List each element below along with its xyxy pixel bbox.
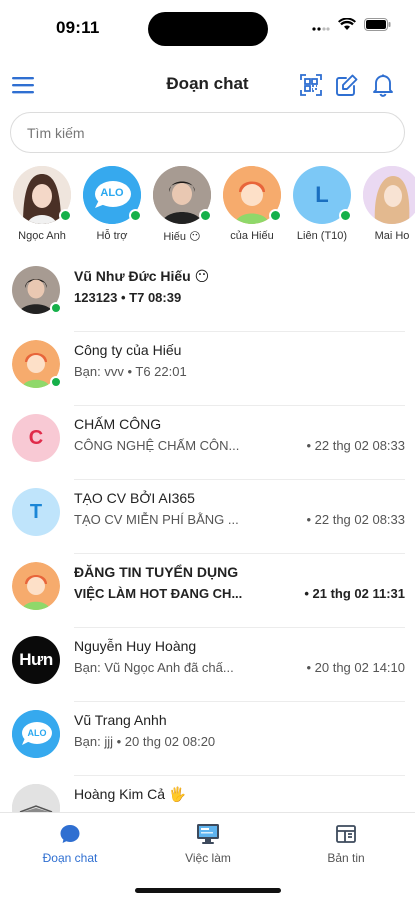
chat-preview: CÔNG NGHỆ CHẤM CÔN...: [74, 438, 240, 453]
online-indicator: [199, 209, 212, 222]
tab-label: Bản tin: [327, 851, 365, 865]
online-indicator: [50, 376, 62, 388]
chat-item[interactable]: ALO Vũ Trang Anhh Bạn: jjj • 20 thg 02 0…: [0, 702, 415, 776]
avatar: [153, 166, 212, 224]
monitor-icon: [148, 821, 268, 847]
chat-item[interactable]: T TẠO CV BỞI AI365 TẠO CV MIỄN PHÍ BẰNG …: [0, 480, 415, 554]
home-indicator: [135, 888, 281, 893]
status-time: 09:11: [56, 18, 100, 37]
avatar: T: [12, 488, 60, 536]
chat-preview: 123123 • T7 08:39: [74, 290, 182, 305]
online-indicator: [269, 209, 282, 222]
chat-item[interactable]: ĐĂNG TIN TUYỂN DỤNG VIỆC LÀM HOT ĐANG CH…: [0, 554, 415, 628]
app-header: Đoạn chat: [0, 66, 415, 106]
chat-time: • 20 thg 02 14:10: [306, 660, 405, 675]
chat-name: Công ty của Hiếu: [74, 342, 182, 358]
compose-icon[interactable]: [334, 72, 360, 98]
status-icons: [312, 18, 391, 31]
avatar: ALO: [12, 710, 60, 758]
avatar-logo-text: Hưn: [19, 650, 53, 669]
story-item[interactable]: của Hiếu: [216, 166, 288, 242]
online-indicator: [129, 209, 142, 222]
chat-item[interactable]: Vũ Như Đức Hiếu 😶 123123 • T7 08:39: [0, 258, 415, 332]
bell-icon[interactable]: [370, 72, 396, 98]
online-indicator: [50, 302, 62, 314]
chat-time: • 22 thg 02 08:33: [306, 438, 405, 453]
chat-time: • 22 thg 02 08:33: [306, 512, 405, 527]
online-indicator: [59, 209, 72, 222]
story-item[interactable]: Hiếu 😶: [146, 166, 218, 243]
story-name: Liên (T10): [296, 230, 348, 242]
online-indicator: [339, 209, 352, 222]
chat-item[interactable]: Hưn Nguyễn Huy Hoàng Bạn: Vũ Ngọc Anh đã…: [0, 628, 415, 702]
chat-name: CHẤM CÔNG: [74, 416, 162, 432]
chat-item[interactable]: Công ty của Hiếu Bạn: vvv • T6 22:01: [0, 332, 415, 406]
stories-row: Ngọc Anh ALO Hỗ trợ Hiếu 😶 của Hiếu L Li…: [0, 166, 415, 248]
signal-icon: [312, 19, 330, 31]
dynamic-island: [148, 12, 268, 46]
avatar: C: [12, 414, 60, 462]
chat-preview: VIỆC LÀM HOT ĐANG CH...: [74, 586, 243, 601]
story-name: Mai Ho: [374, 230, 410, 242]
avatar: [13, 166, 72, 224]
chat-bubble-icon: [10, 821, 130, 847]
avatar: [12, 266, 62, 314]
chat-item[interactable]: Hoàng Kim Cả 🖐: [0, 776, 415, 812]
tab-jobs[interactable]: Việc làm: [148, 821, 268, 865]
wifi-icon: [338, 18, 356, 31]
story-name: Hỗ trợ: [96, 230, 128, 242]
chat-item[interactable]: C CHẤM CÔNG CÔNG NGHỆ CHẤM CÔN... • 22 t…: [0, 406, 415, 480]
battery-icon: [364, 18, 391, 31]
alo-logo-text: ALO: [27, 728, 47, 738]
chat-name: Hoàng Kim Cả 🖐: [74, 786, 187, 802]
story-item[interactable]: L Liên (T10): [286, 166, 358, 242]
qr-scan-icon[interactable]: [298, 72, 324, 98]
chat-name: Vũ Trang Anhh: [74, 712, 167, 728]
avatar: [12, 562, 60, 610]
chat-preview: TẠO CV MIỄN PHÍ BẰNG ...: [74, 512, 239, 527]
chat-name: Vũ Như Đức Hiếu 😶: [74, 268, 210, 284]
tab-chats[interactable]: Đoạn chat: [10, 821, 130, 865]
menu-icon[interactable]: [10, 72, 36, 98]
avatar-letter: T: [29, 500, 43, 523]
chat-list: Vũ Như Đức Hiếu 😶 123123 • T7 08:39 Công…: [0, 258, 415, 812]
avatar: [223, 166, 282, 224]
chat-name: TẠO CV BỞI AI365: [74, 490, 195, 506]
story-name: Hiếu 😶: [163, 231, 201, 243]
avatar: ALO: [83, 166, 142, 224]
chat-time: • 21 thg 02 11:31: [304, 586, 405, 601]
chat-name: Nguyễn Huy Hoàng: [74, 638, 197, 654]
bottom-tab-bar: Đoạn chat Việc làm Bản tin: [0, 812, 415, 900]
avatar: Hưn: [12, 636, 60, 684]
story-name: của Hiếu: [230, 230, 274, 242]
avatar: [363, 166, 415, 224]
tab-label: Việc làm: [185, 851, 231, 865]
chat-preview: Bạn: jjj • 20 thg 02 08:20: [74, 734, 216, 749]
avatar: [12, 340, 62, 388]
chat-preview: Bạn: vvv • T6 22:01: [74, 364, 187, 379]
tab-news[interactable]: Bản tin: [286, 821, 406, 865]
avatar-letter: L: [315, 182, 329, 207]
story-name: Ngọc Anh: [18, 230, 66, 242]
avatar-letter: C: [28, 426, 44, 449]
alo-logo-text: ALO: [100, 187, 124, 199]
story-item[interactable]: ALO Hỗ trợ: [76, 166, 148, 242]
chat-name: ĐĂNG TIN TUYỂN DỤNG: [74, 564, 239, 580]
search-input[interactable]: [10, 112, 405, 153]
chat-preview: Bạn: Vũ Ngọc Anh đã chấ...: [74, 660, 234, 675]
story-item[interactable]: Mai Ho: [356, 166, 415, 242]
story-item[interactable]: Ngọc Anh: [6, 166, 78, 242]
avatar: L: [293, 166, 352, 224]
avatar: [12, 784, 60, 812]
tab-label: Đoạn chat: [42, 851, 98, 865]
news-icon: [286, 821, 406, 847]
status-bar: 09:11: [0, 0, 415, 58]
